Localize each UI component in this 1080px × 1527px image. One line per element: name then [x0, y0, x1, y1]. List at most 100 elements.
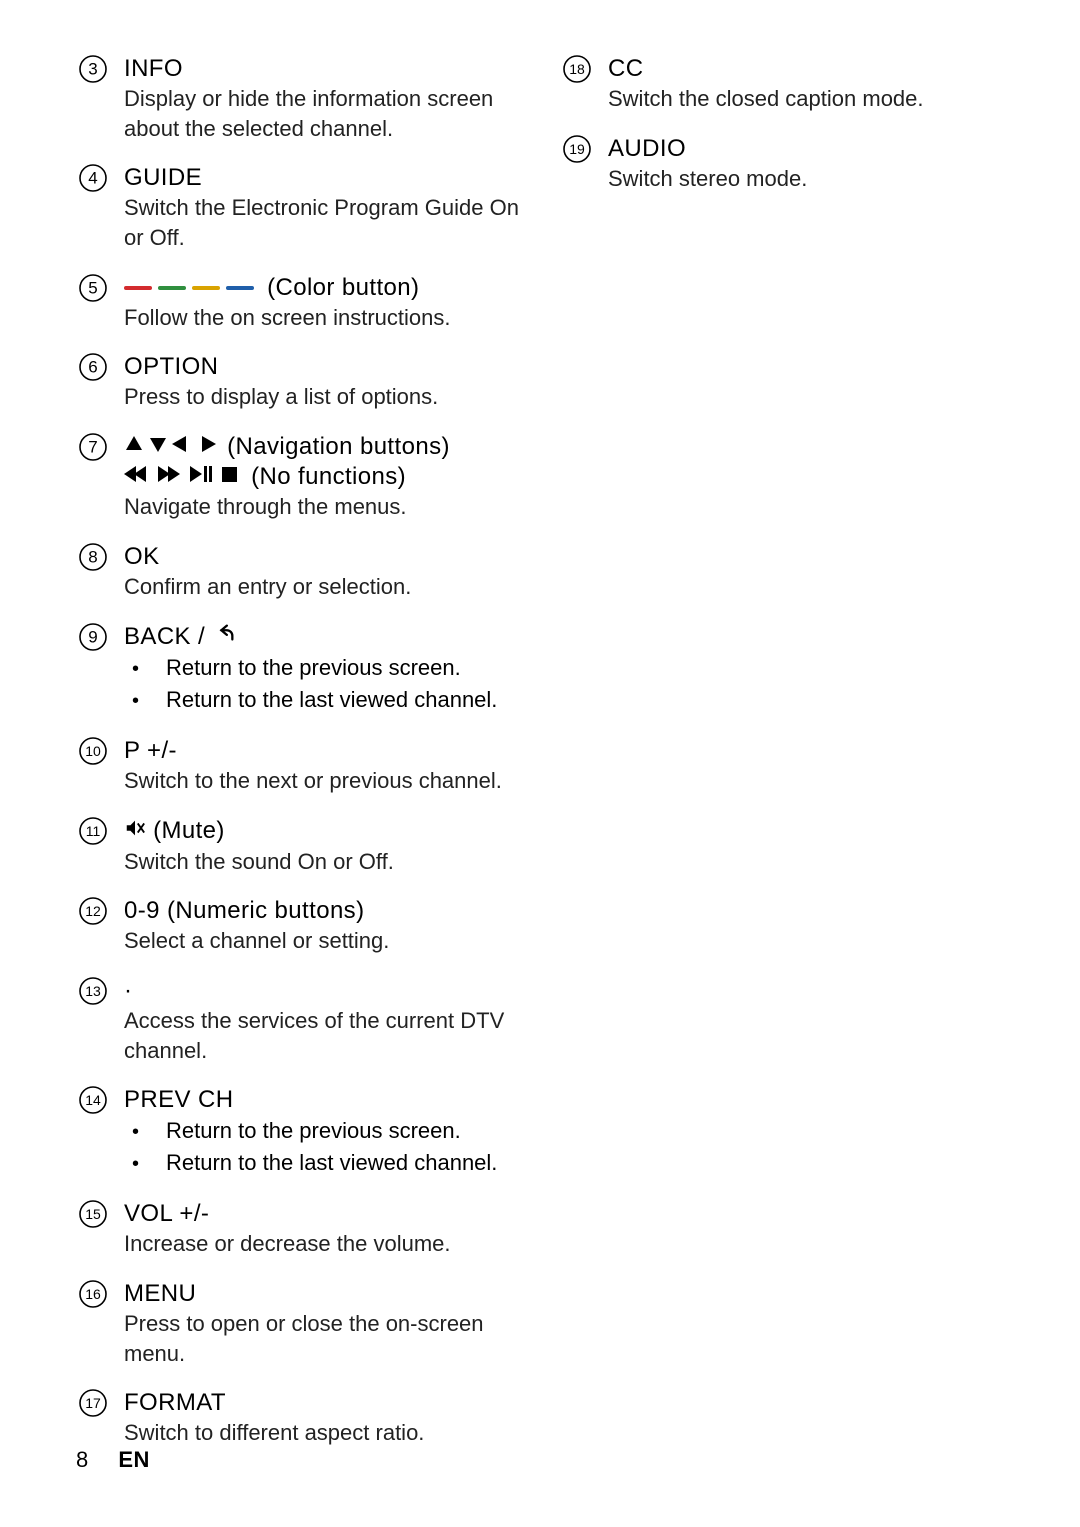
svg-text:13: 13 [85, 983, 101, 999]
list-item: 18 CCSwitch the closed caption mode. [560, 52, 1004, 114]
svg-text:9: 9 [88, 627, 97, 646]
entry-body: ·Access the services of the current DTV … [124, 974, 520, 1065]
circled-number-icon: 5 [76, 271, 110, 305]
list-item: 8 OKConfirm an entry or selection. [76, 540, 520, 602]
entry-bullets: Return to the previous screen.Return to … [124, 1115, 520, 1179]
list-item: 5 (Color button)Follow the on screen ins… [76, 271, 520, 333]
entry-description: Display or hide the information screen a… [124, 84, 520, 143]
circled-number-icon: 18 [560, 52, 594, 86]
entry-description: Switch to the next or previous channel. [124, 766, 520, 796]
entry-body: (Navigation buttons) (No functions)Navig… [124, 430, 520, 522]
list-item: 4 GUIDESwitch the Electronic Program Guid… [76, 161, 520, 252]
entry-title: VOL +/- [124, 1199, 520, 1229]
circled-number-icon: 19 [560, 132, 594, 166]
entry-body: 0-9 (Numeric buttons)Select a channel or… [124, 894, 520, 956]
entry-title: P +/- [124, 736, 520, 766]
bullet-item: Return to the last viewed channel. [132, 1147, 520, 1179]
entry-description: Press to display a list of options. [124, 382, 520, 412]
language-code: EN [118, 1447, 150, 1472]
entry-title: (Mute) [124, 816, 520, 847]
title-text: (Mute) [153, 817, 225, 844]
entry-description: Switch the closed caption mode. [608, 84, 1004, 114]
bullet-item: Return to the previous screen. [132, 1115, 520, 1147]
back-icon [214, 622, 236, 652]
list-item: 15 VOL +/-Increase or decrease the volume… [76, 1197, 520, 1259]
entry-title: MENU [124, 1279, 520, 1309]
entry-description: Switch to different aspect ratio. [124, 1418, 520, 1448]
entry-body: CCSwitch the closed caption mode. [608, 52, 1004, 114]
svg-text:6: 6 [88, 358, 97, 377]
circled-number-icon: 11 [76, 814, 110, 848]
entry-description: Navigate through the menus. [124, 492, 520, 522]
entry-body: AUDIOSwitch stereo mode. [608, 132, 1004, 194]
entry-title: BACK / [124, 622, 520, 653]
color-dash-red-icon [124, 286, 152, 290]
list-item: 14 PREV CHReturn to the previous screen.R… [76, 1083, 520, 1179]
entry-title: GUIDE [124, 163, 520, 193]
list-item: 12 0-9 (Numeric buttons)Select a channel … [76, 894, 520, 956]
svg-text:16: 16 [85, 1286, 101, 1302]
entry-body: GUIDESwitch the Electronic Program Guide… [124, 161, 520, 252]
svg-text:4: 4 [88, 169, 97, 188]
color-dash-yellow-icon [192, 286, 220, 290]
entry-description: Press to open or close the on-screen men… [124, 1309, 520, 1368]
svg-text:10: 10 [85, 743, 101, 759]
nav-arrows-icon [124, 434, 220, 461]
circled-number-icon: 16 [76, 1277, 110, 1311]
circled-number-icon: 17 [76, 1386, 110, 1420]
entry-body: (Color button)Follow the on screen instr… [124, 271, 520, 333]
entry-body: FORMATSwitch to different aspect ratio. [124, 1386, 520, 1448]
right-column: 18 CCSwitch the closed caption mode. 19 AUD… [560, 52, 1004, 1466]
svg-text:3: 3 [88, 60, 97, 79]
list-item: 3 INFODisplay or hide the information scr… [76, 52, 520, 143]
circled-number-icon: 14 [76, 1083, 110, 1117]
list-item: 7 (Navigation buttons) (No functions)Nav… [76, 430, 520, 522]
circled-number-icon: 10 [76, 734, 110, 768]
entry-description: Follow the on screen instructions. [124, 303, 520, 333]
entry-bullets: Return to the previous screen.Return to … [124, 652, 520, 716]
svg-text:14: 14 [85, 1092, 101, 1108]
entry-body: VOL +/-Increase or decrease the volume. [124, 1197, 520, 1259]
list-item: 10 P +/-Switch to the next or previous ch… [76, 734, 520, 796]
entry-body: OKConfirm an entry or selection. [124, 540, 520, 602]
subtitle-text: (No functions) [251, 463, 406, 490]
entry-title: (Color button) [124, 273, 520, 303]
title-text: BACK / [124, 623, 205, 650]
circled-number-icon: 3 [76, 52, 110, 86]
circled-number-icon: 13 [76, 974, 110, 1008]
circled-number-icon: 12 [76, 894, 110, 928]
media-icons-icon [124, 464, 244, 491]
entry-title: OK [124, 542, 520, 572]
svg-text:5: 5 [88, 278, 97, 297]
entry-title: PREV CH [124, 1085, 520, 1115]
circled-number-icon: 7 [76, 430, 110, 464]
entry-body: MENUPress to open or close the on-screen… [124, 1277, 520, 1368]
svg-text:12: 12 [85, 903, 101, 919]
svg-text:17: 17 [85, 1395, 101, 1411]
entry-body: INFODisplay or hide the information scre… [124, 52, 520, 143]
list-item: 11 (Mute)Switch the sound On or Off. [76, 814, 520, 876]
page-number: 8 [76, 1447, 88, 1472]
svg-text:7: 7 [88, 438, 97, 457]
left-column: 3 INFODisplay or hide the information scr… [76, 52, 520, 1466]
two-column-layout: 3 INFODisplay or hide the information scr… [76, 52, 1004, 1466]
svg-text:11: 11 [86, 823, 101, 839]
circled-number-icon: 4 [76, 161, 110, 195]
manual-page: 3 INFODisplay or hide the information scr… [0, 0, 1080, 1527]
svg-text:15: 15 [85, 1206, 101, 1222]
entry-title: 0-9 (Numeric buttons) [124, 896, 520, 926]
color-dash-green-icon [158, 286, 186, 290]
entry-title: · [124, 976, 520, 1006]
list-item: 13 ·Access the services of the current DT… [76, 974, 520, 1065]
entry-title: AUDIO [608, 134, 1004, 164]
entry-title: INFO [124, 54, 520, 84]
entry-body: P +/-Switch to the next or previous chan… [124, 734, 520, 796]
entry-description: Access the services of the current DTV c… [124, 1006, 520, 1065]
svg-text:8: 8 [88, 547, 97, 566]
list-item: 17 FORMATSwitch to different aspect ratio… [76, 1386, 520, 1448]
entry-title: CC [608, 54, 1004, 84]
entry-description: Switch stereo mode. [608, 164, 1004, 194]
circled-number-icon: 8 [76, 540, 110, 574]
color-dash-blue-icon [226, 286, 254, 290]
entry-title: FORMAT [124, 1388, 520, 1418]
